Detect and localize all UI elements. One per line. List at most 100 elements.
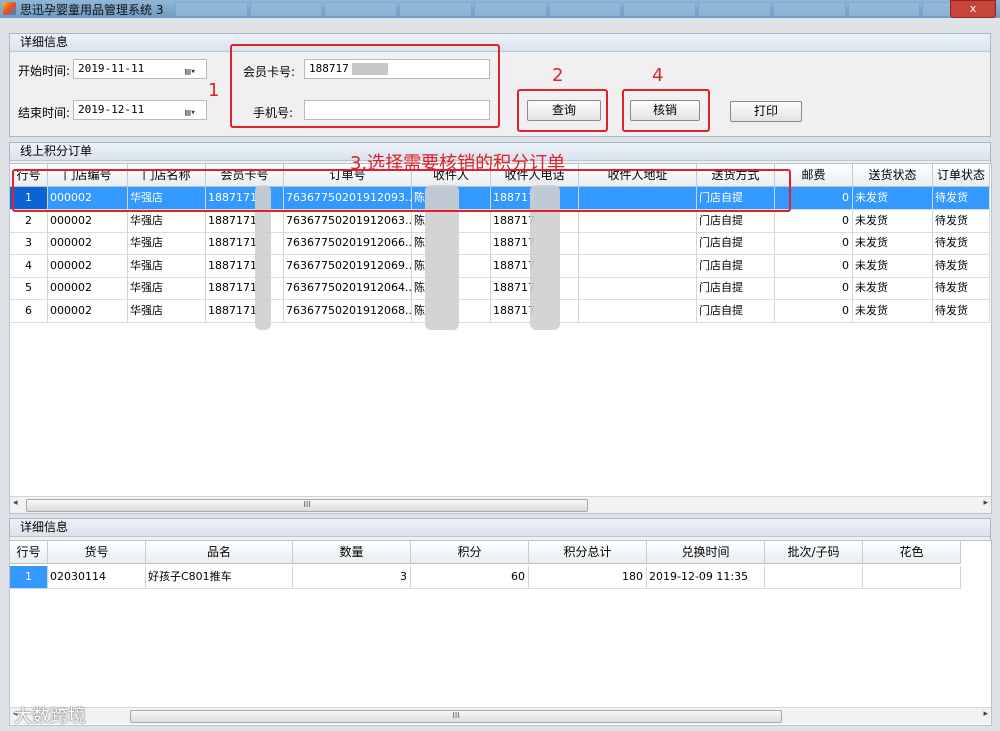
table-row[interactable]: 2 000002 华强店 1887171 76367750201912063... 陈 18… [10, 209, 990, 233]
table-cell-card: 1887171 [206, 300, 284, 322]
table-cell-ship-status: 未发货 [853, 300, 933, 322]
table-cell-store: 华强店 [128, 232, 206, 255]
table-cell-card: 1887171 [206, 254, 284, 277]
table-cell-order-status: 待发货 [933, 232, 990, 255]
table-cell-store: 华强店 [128, 254, 206, 277]
table-cell-ship: 门店自提 [697, 277, 775, 300]
table-row[interactable]: 3 000002 华强店 1887171 76367750201912066... 陈 18… [10, 232, 990, 256]
table-cell-qty: 3 [293, 566, 411, 588]
details-column-header[interactable]: 品名 [146, 541, 293, 563]
details-column-header[interactable]: 货号 [48, 541, 146, 563]
orders-column-header[interactable]: 送货状态 [853, 164, 933, 186]
table-cell-color [863, 566, 961, 588]
table-cell-addr [579, 277, 697, 300]
scroll-left-icon[interactable]: ◂ [13, 498, 18, 508]
scroll-thumb[interactable]: III [26, 499, 588, 512]
table-cell-ship: 门店自提 [697, 232, 775, 255]
table-cell-order-status: 待发货 [933, 277, 990, 300]
close-button[interactable]: x [950, 0, 996, 18]
details-column-header[interactable]: 积分 [411, 541, 529, 563]
table-cell-fee: 0 [775, 277, 853, 300]
details-horizontal-scrollbar[interactable]: ◂ III ▸ [10, 707, 991, 724]
table-cell-ship-status: 未发货 [853, 277, 933, 300]
orders-table: 行号 门店编号 门店名称 会员卡号 订单号 收件人 收件人电话 收件人地址 送货方式 邮费 送货状态… [9, 163, 992, 514]
table-cell-fee: 0 [775, 232, 853, 255]
table-cell-order: 76367750201912063... [284, 209, 412, 232]
calendar-dropdown-icon[interactable]: ▤▾ [185, 63, 203, 77]
details-column-header[interactable]: 批次/子码 [765, 541, 863, 563]
table-cell-store-no: 000002 [48, 300, 128, 322]
details-column-header[interactable]: 积分总计 [529, 541, 647, 563]
table-cell-ship-status: 未发货 [853, 187, 933, 209]
table-cell-store: 华强店 [128, 277, 206, 300]
start-date-field[interactable]: 2019-11-11 ▤▾ [73, 59, 207, 79]
orders-column-header[interactable]: 订单状态 [933, 164, 990, 186]
end-date-value: 2019-12-11 [78, 103, 145, 116]
table-cell-ship-status: 未发货 [853, 254, 933, 277]
table-cell-addr [579, 232, 697, 255]
table-row[interactable]: 6 000002 华强店 1887171 76367750201912068... 陈 18… [10, 300, 990, 323]
annotation-step-1: 1 [208, 80, 220, 101]
table-row[interactable]: 5 000002 华强店 1887171 76367750201912064... 陈 18… [10, 277, 990, 301]
annotation-step-3: 3.选择需要核销的积分订单 [350, 153, 566, 174]
table-cell-ship: 门店自提 [697, 300, 775, 322]
orders-horizontal-scrollbar[interactable]: ◂ III ▸ [10, 496, 991, 513]
table-cell-order-status: 待发货 [933, 209, 990, 232]
start-date-label: 开始时间: [18, 64, 71, 78]
print-button[interactable]: 打印 [730, 101, 802, 122]
details-table-header: 行号 货号 品名 数量 积分 积分总计 兑换时间 批次/子码 花色 [10, 541, 961, 564]
table-cell-card: 1887171 [206, 277, 284, 300]
start-date-value: 2019-11-11 [78, 62, 145, 75]
taskbar-tabs [175, 2, 996, 17]
calendar-dropdown-icon[interactable]: ▤▾ [185, 104, 203, 118]
table-cell-idx: 6 [10, 300, 48, 322]
table-cell-store: 华强店 [128, 209, 206, 232]
table-cell-time: 2019-12-09 11:35 [647, 566, 765, 588]
table-cell-idx: 3 [10, 232, 48, 255]
table-cell-store: 华强店 [128, 300, 206, 322]
table-cell-fee: 0 [775, 254, 853, 277]
watermark-text: 大数跨境 [14, 706, 86, 727]
table-cell-order-status: 待发货 [933, 300, 990, 322]
table-cell-order: 76367750201912064... [284, 277, 412, 300]
details-column-header[interactable]: 花色 [863, 541, 961, 563]
table-cell-idx: 5 [10, 277, 48, 300]
end-date-field[interactable]: 2019-12-11 ▤▾ [73, 100, 207, 120]
table-cell-card: 1887171 [206, 209, 284, 232]
scroll-right-icon[interactable]: ▸ [983, 498, 988, 508]
details-column-header[interactable]: 行号 [10, 541, 48, 563]
table-cell-ship-status: 未发货 [853, 232, 933, 255]
table-cell-store-no: 000002 [48, 232, 128, 255]
filter-section-title: 详细信息 [10, 34, 990, 52]
details-column-header[interactable]: 兑换时间 [647, 541, 765, 563]
table-cell-addr [579, 254, 697, 277]
table-cell-store-no: 000002 [48, 277, 128, 300]
table-cell-points: 60 [411, 566, 529, 588]
table-row[interactable]: 1 02030114 好孩子C801推车 3 60 180 2019-12-09 11:35 [10, 566, 961, 589]
table-cell-fee: 0 [775, 209, 853, 232]
table-cell-order: 76367750201912066... [284, 232, 412, 255]
scroll-right-icon[interactable]: ▸ [983, 709, 988, 719]
table-cell-ship: 门店自提 [697, 254, 775, 277]
details-section-title: 详细信息 [10, 519, 990, 537]
table-cell-order: 76367750201912069... [284, 254, 412, 277]
end-date-label: 结束时间: [18, 106, 71, 120]
scroll-thumb[interactable]: III [130, 710, 782, 723]
table-cell-store-no: 000002 [48, 209, 128, 232]
table-cell-ship: 门店自提 [697, 209, 775, 232]
window-title: 思迅孕婴童用品管理系统 3 [20, 3, 164, 17]
table-cell-order-status: 待发货 [933, 254, 990, 277]
table-cell-name: 好孩子C801推车 [146, 566, 293, 588]
details-column-header[interactable]: 数量 [293, 541, 411, 563]
table-cell-ship-status: 未发货 [853, 209, 933, 232]
details-table: 行号 货号 品名 数量 积分 积分总计 兑换时间 批次/子码 花色 1 02030114 好孩子C8… [9, 540, 992, 726]
filter-panel: 详细信息 [9, 33, 991, 137]
title-bar: 思迅孕婴童用品管理系统 3 x [0, 0, 1000, 18]
table-cell-card: 1887171 [206, 232, 284, 255]
table-cell-batch [765, 566, 863, 588]
table-row[interactable]: 4 000002 华强店 1887171 76367750201912069... 陈 18… [10, 254, 990, 278]
app-icon [3, 2, 16, 15]
annotation-box-4 [622, 89, 710, 132]
annotation-step-2: 2 [552, 65, 564, 86]
table-cell-idx: 4 [10, 254, 48, 277]
